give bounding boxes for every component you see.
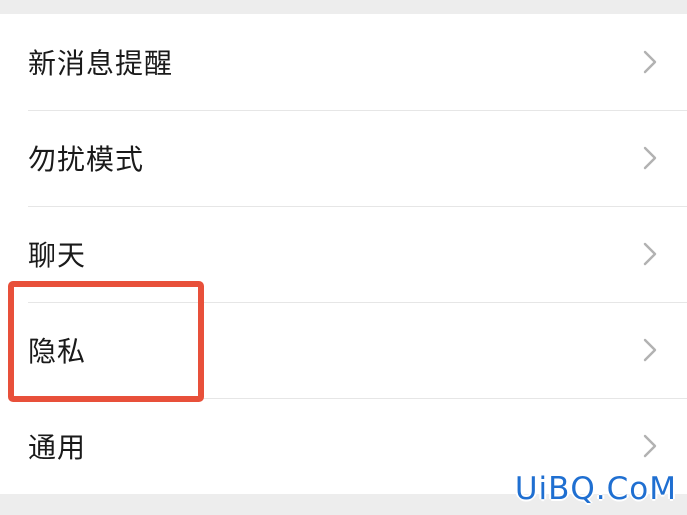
- settings-item-label: 聊天: [28, 239, 87, 272]
- settings-item-chat[interactable]: 聊天: [0, 206, 687, 302]
- chevron-right-icon: [643, 50, 657, 74]
- settings-item-label: 新消息提醒: [28, 47, 174, 80]
- settings-item-new-message-alerts[interactable]: 新消息提醒: [0, 14, 687, 110]
- chevron-right-icon: [643, 146, 657, 170]
- settings-item-label: 通用: [28, 431, 87, 464]
- settings-item-do-not-disturb[interactable]: 勿扰模式: [0, 110, 687, 206]
- watermark: UiBQ.CoM: [514, 471, 677, 507]
- chevron-right-icon: [643, 434, 657, 458]
- chevron-right-icon: [643, 242, 657, 266]
- settings-item-label: 勿扰模式: [28, 143, 145, 176]
- settings-list: 新消息提醒 勿扰模式 聊天 隐私 通用: [0, 14, 687, 494]
- chevron-right-icon: [643, 338, 657, 362]
- settings-item-privacy[interactable]: 隐私: [0, 302, 687, 398]
- settings-item-label: 隐私: [28, 335, 87, 368]
- settings-screen: 新消息提醒 勿扰模式 聊天 隐私 通用 UiBQ.CoM: [0, 0, 687, 515]
